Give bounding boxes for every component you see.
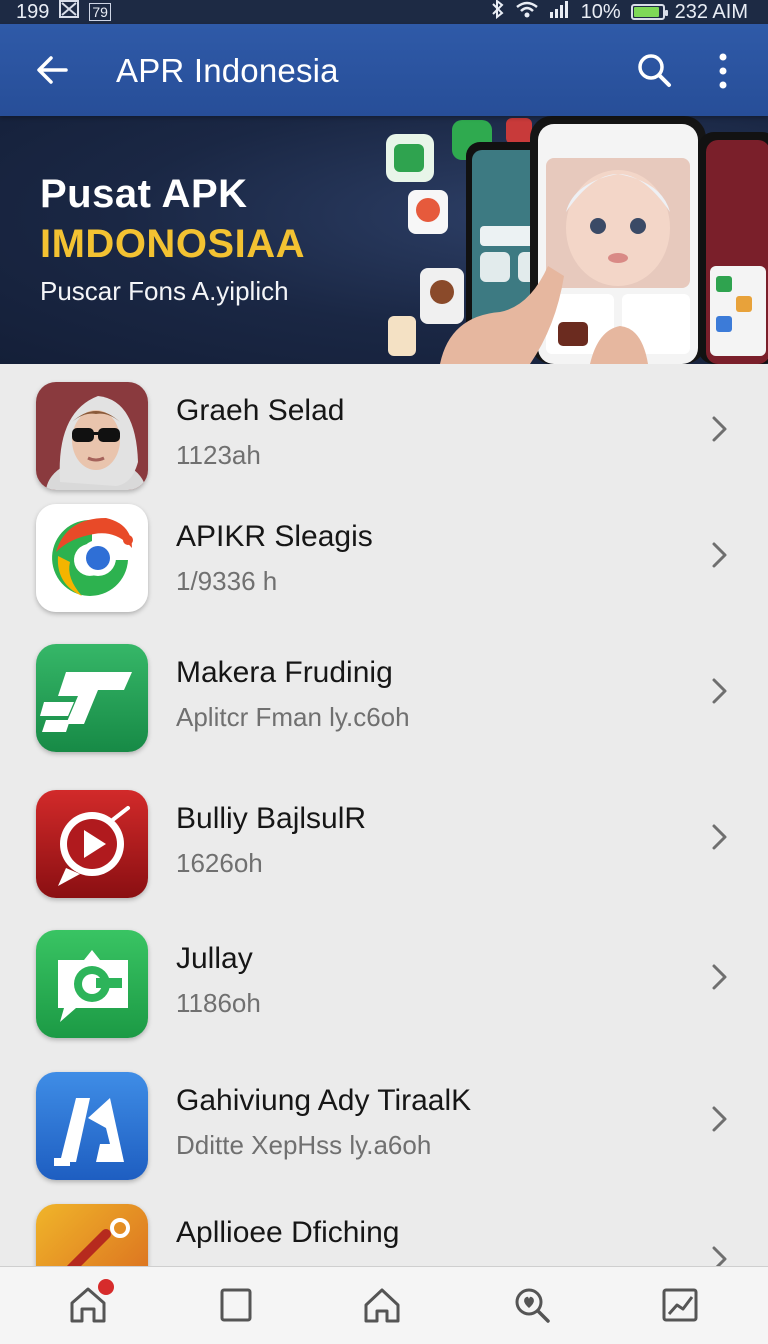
wifi-icon: [515, 0, 539, 24]
chevron-right-icon: [706, 412, 732, 446]
app-meta: 1186oh: [176, 988, 261, 1018]
app-meta: 1/9336 h: [176, 566, 278, 596]
portrait-icon: [36, 382, 148, 490]
list-item[interactable]: Makera Frudinig Aplitcr Fman ly.c6oh: [0, 626, 768, 756]
app-name: Apllioee Dfiching: [176, 1216, 400, 1249]
list-item[interactable]: Apllioee Dfiching: [0, 1186, 768, 1266]
search-heart-icon[interactable]: [510, 1283, 554, 1327]
app-name: Graeh Selad: [176, 394, 345, 427]
paint-icon: [36, 1204, 148, 1266]
app-name: Jullay: [176, 942, 253, 975]
more-options-icon[interactable]: [706, 48, 740, 94]
search-icon[interactable]: [634, 50, 676, 92]
battery-percent: 10%: [580, 0, 621, 23]
app-bar: APR Indonesia: [0, 24, 768, 116]
app-name: Bulliy BajlsulR: [176, 802, 367, 835]
app-list: Graeh Selad 1123ah APIKR Sleagis 1/9336 …: [0, 364, 768, 1266]
chevron-right-icon: [706, 960, 732, 994]
signal-icon: [549, 0, 571, 24]
chevron-right-icon: [706, 1242, 732, 1266]
battery-level: [633, 7, 659, 17]
list-item[interactable]: Jullay 1186oh: [0, 912, 768, 1042]
list-item[interactable]: Graeh Selad 1123ah: [0, 364, 768, 494]
status-left: 199 79: [16, 0, 111, 24]
list-item[interactable]: APIKR Sleagis 1/9336 h: [0, 490, 768, 620]
stripes-icon: [36, 644, 148, 752]
app-name: APIKR Sleagis: [176, 520, 373, 553]
chart-icon[interactable]: [658, 1283, 702, 1327]
notification-icon: [59, 0, 80, 24]
page-title: APR Indonesia: [116, 52, 339, 89]
app-name: Gahiviung Ady TiraalK: [176, 1084, 472, 1117]
square-icon[interactable]: [214, 1283, 258, 1327]
house-icon[interactable]: [360, 1283, 404, 1327]
chevron-right-icon: [706, 538, 732, 572]
banner-title: Pusat APK: [40, 172, 248, 216]
play-chat-icon: [36, 790, 148, 898]
letter-a-icon: [36, 1072, 148, 1180]
promo-banner[interactable]: Pusat APK IMDONOSIAA Puscar Fons A.yipli…: [0, 116, 768, 364]
swirl-icon: [36, 504, 148, 612]
banner-phones-illustration: [380, 116, 768, 364]
status-time: 232 AIM: [674, 0, 748, 23]
chevron-right-icon: [706, 820, 732, 854]
chevron-right-icon: [706, 674, 732, 708]
bottom-nav: [0, 1266, 768, 1344]
app-meta: Dditte XepHss ly.a6oh: [176, 1130, 432, 1160]
back-arrow-icon[interactable]: [32, 50, 72, 90]
app-meta: 1123ah: [176, 440, 261, 470]
bluetooth-icon: [491, 0, 505, 25]
list-item[interactable]: Bulliy BajlsulR 1626oh: [0, 772, 768, 902]
banner-subtitle: Puscar Fons A.yiplich: [40, 276, 289, 306]
list-item[interactable]: Gahiviung Ady TiraalK Dditte XepHss ly.a…: [0, 1054, 768, 1184]
home-badge: [98, 1279, 114, 1295]
app-meta: 1626oh: [176, 848, 263, 878]
banner-highlight: IMDONOSIAA: [40, 222, 305, 266]
status-right: 10% 232 AIM: [491, 0, 748, 25]
app-name: Makera Frudinig: [176, 656, 393, 689]
chevron-right-icon: [706, 1102, 732, 1136]
status-left-text: 199: [16, 0, 50, 23]
status-box: 79: [89, 3, 111, 21]
status-bar: 199 79 10% 232 AIM: [0, 0, 768, 24]
app-meta: Aplitcr Fman ly.c6oh: [176, 702, 410, 732]
battery-icon: [630, 4, 668, 20]
home-icon[interactable]: [66, 1279, 114, 1327]
chat-g-icon: [36, 930, 148, 1038]
